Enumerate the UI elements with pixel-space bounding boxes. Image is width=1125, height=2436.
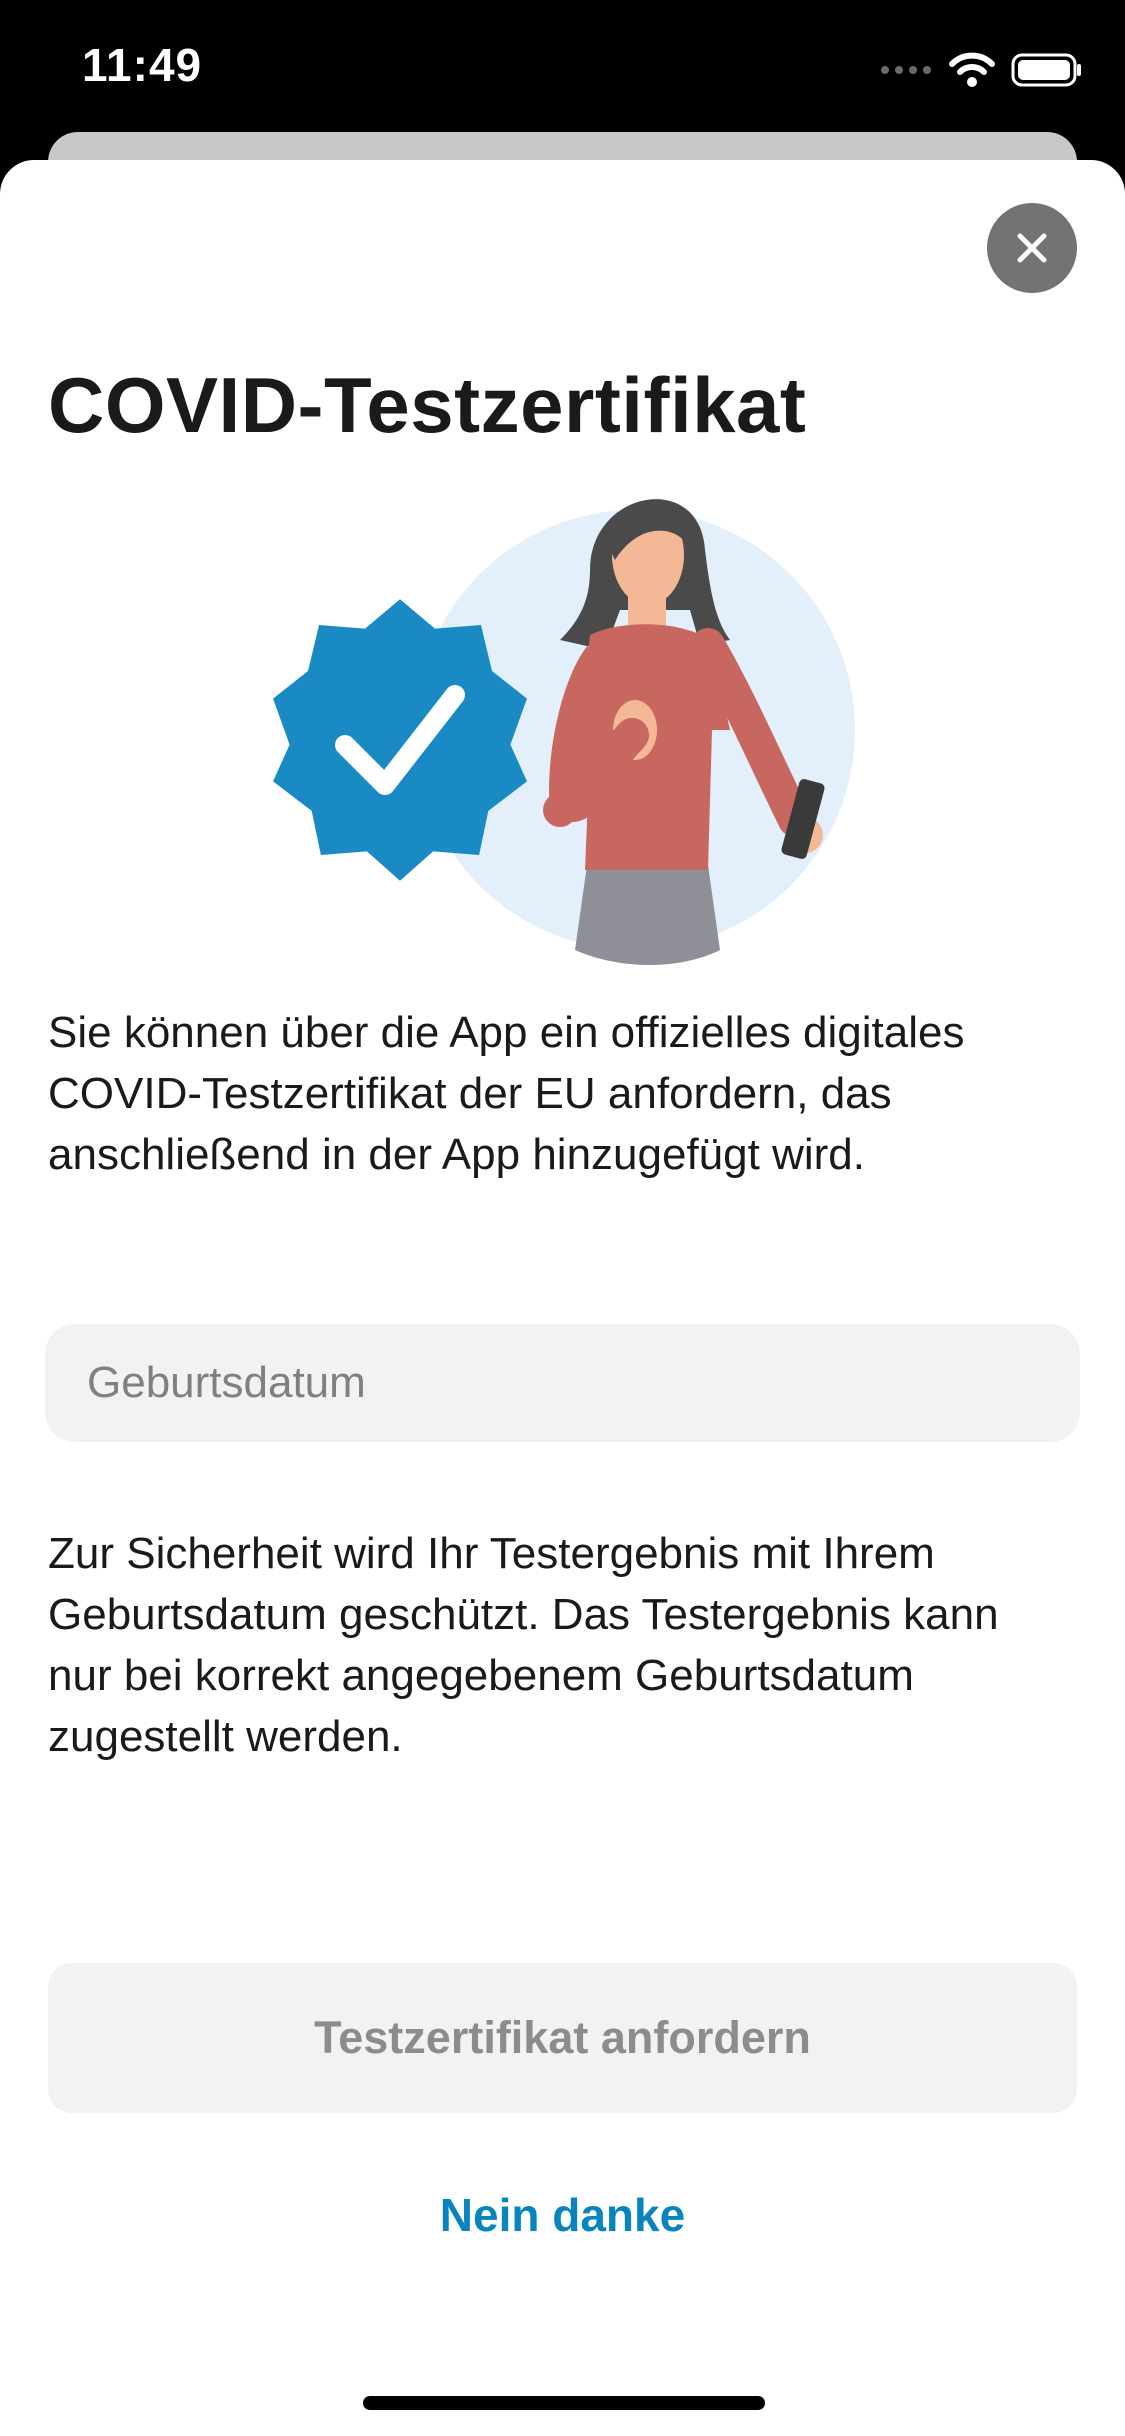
wifi-icon: [949, 52, 995, 87]
status-icons: [879, 50, 1083, 90]
no-thanks-button[interactable]: Nein danke: [300, 2175, 825, 2255]
page-title: COVID-Testzertifikat: [48, 361, 807, 449]
modal-sheet: COVID-Testzertifikat Sie können über die…: [0, 160, 1125, 2436]
close-icon: [1017, 233, 1047, 263]
battery-icon: [1011, 53, 1081, 87]
status-bar: 11:49: [0, 0, 1125, 135]
request-certificate-button[interactable]: Testzertifikat anfordern: [48, 1963, 1077, 2113]
status-time: 11:49: [82, 39, 203, 91]
cellular-signal-icon: [881, 66, 931, 74]
intro-text: Sie können über die App ein offizielles …: [48, 1008, 965, 1179]
home-indicator: [363, 2396, 765, 2410]
certificate-illustration: [273, 499, 855, 965]
close-button[interactable]: [987, 203, 1077, 293]
birthdate-field[interactable]: [45, 1324, 1080, 1442]
screen: 11:49 COVID-Testzertifikat Sie können üb…: [0, 0, 1125, 2436]
security-note: Zur Sicherheit wird Ihr Testergebnis mit…: [48, 1529, 999, 1761]
